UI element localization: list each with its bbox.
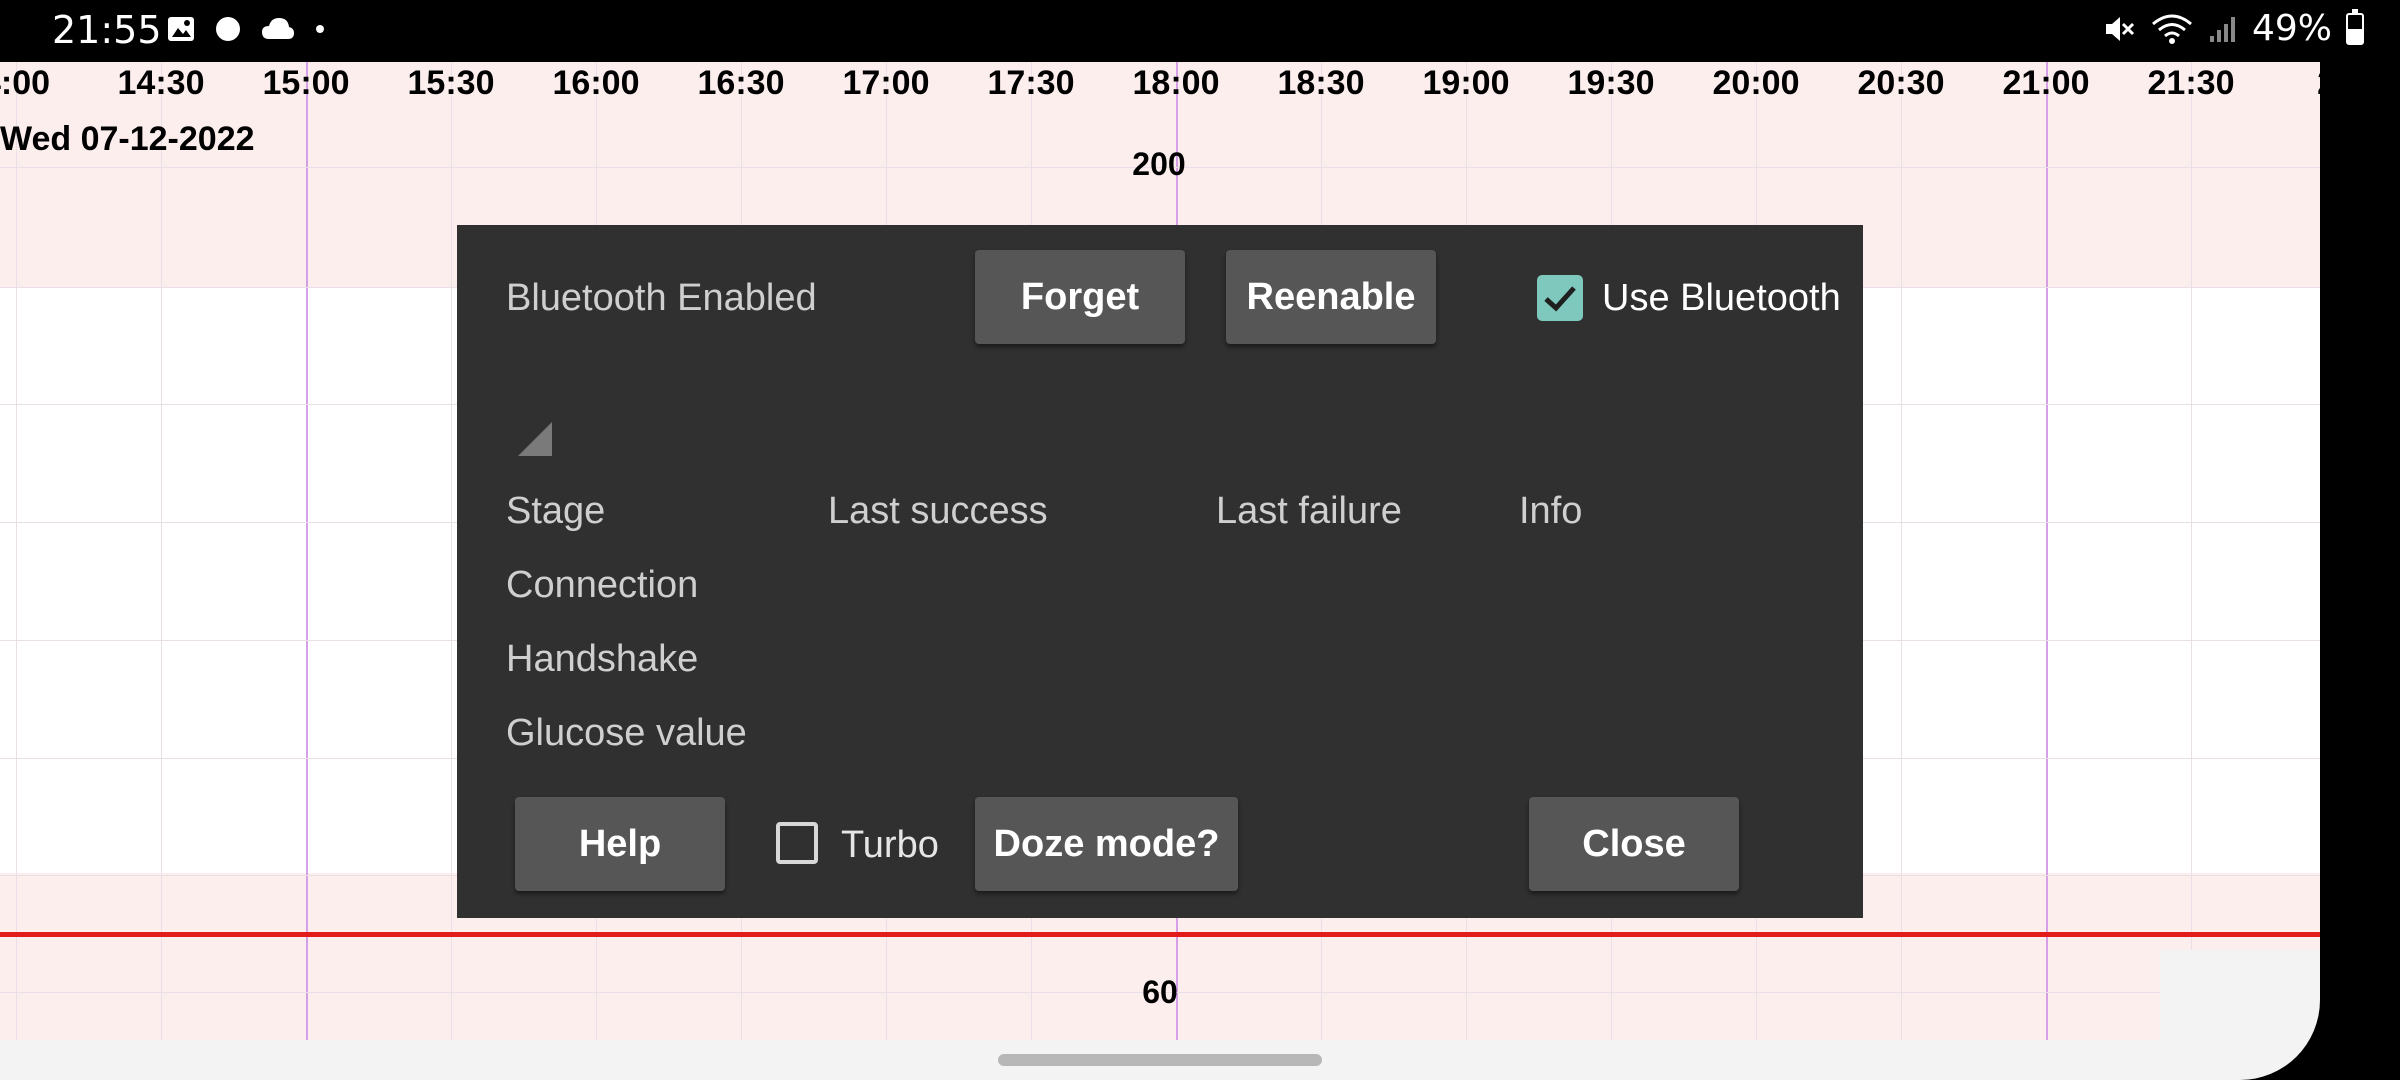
- mute-icon: [2105, 16, 2135, 41]
- time-tick-label: 16:00: [552, 64, 640, 102]
- major-gridline: [306, 62, 308, 1040]
- forget-button[interactable]: Forget: [975, 250, 1185, 344]
- row-handshake: Handshake: [506, 638, 699, 680]
- help-button[interactable]: Help: [515, 797, 725, 891]
- battery-percent: 49%: [2251, 8, 2332, 49]
- time-tick-label: 21:00: [2002, 64, 2090, 102]
- time-tick-label: 14:30: [117, 64, 205, 102]
- dropdown-triangle-icon: [518, 422, 552, 456]
- time-tick-label: 20:30: [1857, 64, 1945, 102]
- header-stage: Stage: [506, 490, 606, 532]
- header-last-failure: Last failure: [1216, 490, 1402, 532]
- use-bluetooth-label[interactable]: Use Bluetooth: [1602, 277, 1841, 320]
- time-tick-label: 15:30: [407, 64, 495, 102]
- bluetooth-status-text: Bluetooth Enabled: [506, 277, 817, 319]
- checkmark-icon: [1544, 286, 1576, 312]
- time-tick-label: 20:00: [1712, 64, 1800, 102]
- close-button[interactable]: Close: [1529, 797, 1739, 891]
- battery-icon: [2346, 8, 2364, 45]
- cloud-icon: [262, 18, 294, 39]
- status-bar: 21:55 49%: [0, 0, 2400, 62]
- spinner-dropdown[interactable]: [506, 410, 566, 470]
- time-tick-label: 19:00: [1422, 64, 1510, 102]
- header-last-success: Last success: [828, 490, 1048, 532]
- wifi-icon: [2152, 14, 2192, 44]
- gallery-icon: [168, 17, 194, 41]
- time-tick-label: 21:30: [2147, 64, 2235, 102]
- time-tick-label: 17:30: [987, 64, 1075, 102]
- time-tick-label: 19:30: [1567, 64, 1655, 102]
- doze-mode-button[interactable]: Doze mode?: [975, 797, 1238, 891]
- more-dot-icon: [316, 25, 324, 33]
- time-tick-label: 15:00: [262, 64, 350, 102]
- status-right: 49%: [2102, 8, 2364, 49]
- gridline-vertical: [16, 62, 17, 1040]
- major-gridline: [2046, 62, 2048, 1040]
- time-tick-label: 18:00: [1132, 64, 1220, 102]
- lower-value-label: 60: [1142, 974, 1178, 1010]
- row-glucose-value: Glucose value: [506, 712, 747, 754]
- time-tick-label: 4:00: [0, 64, 51, 102]
- turbo-checkbox[interactable]: [776, 822, 818, 864]
- time-tick-label: 17:00: [842, 64, 930, 102]
- low-threshold-line: [0, 932, 2320, 937]
- status-time: 21:55: [52, 8, 162, 52]
- reenable-button[interactable]: Reenable: [1226, 250, 1436, 344]
- row-connection: Connection: [506, 564, 699, 606]
- time-tick-label: 22: [2317, 64, 2320, 103]
- time-tick-label: 16:30: [697, 64, 785, 102]
- turbo-label[interactable]: Turbo: [841, 824, 939, 867]
- notification-icons: [166, 14, 326, 44]
- gridline-vertical: [2191, 62, 2192, 1040]
- gridline-vertical: [451, 62, 452, 1040]
- circle-notification-icon: [216, 17, 240, 41]
- gridline-vertical: [161, 62, 162, 1040]
- home-gesture-handle[interactable]: [998, 1054, 1322, 1066]
- time-tick-label: 18:30: [1277, 64, 1365, 102]
- upper-value-label: 200: [1132, 146, 1186, 182]
- date-label: Wed 07-12-2022: [0, 120, 255, 158]
- use-bluetooth-checkbox[interactable]: [1537, 275, 1583, 321]
- gridline-vertical: [1901, 62, 1902, 1040]
- signal-icon: [2209, 16, 2235, 42]
- bluetooth-dialog: Bluetooth Enabled Forget Reenable Use Bl…: [457, 225, 1863, 918]
- header-info: Info: [1519, 490, 1583, 532]
